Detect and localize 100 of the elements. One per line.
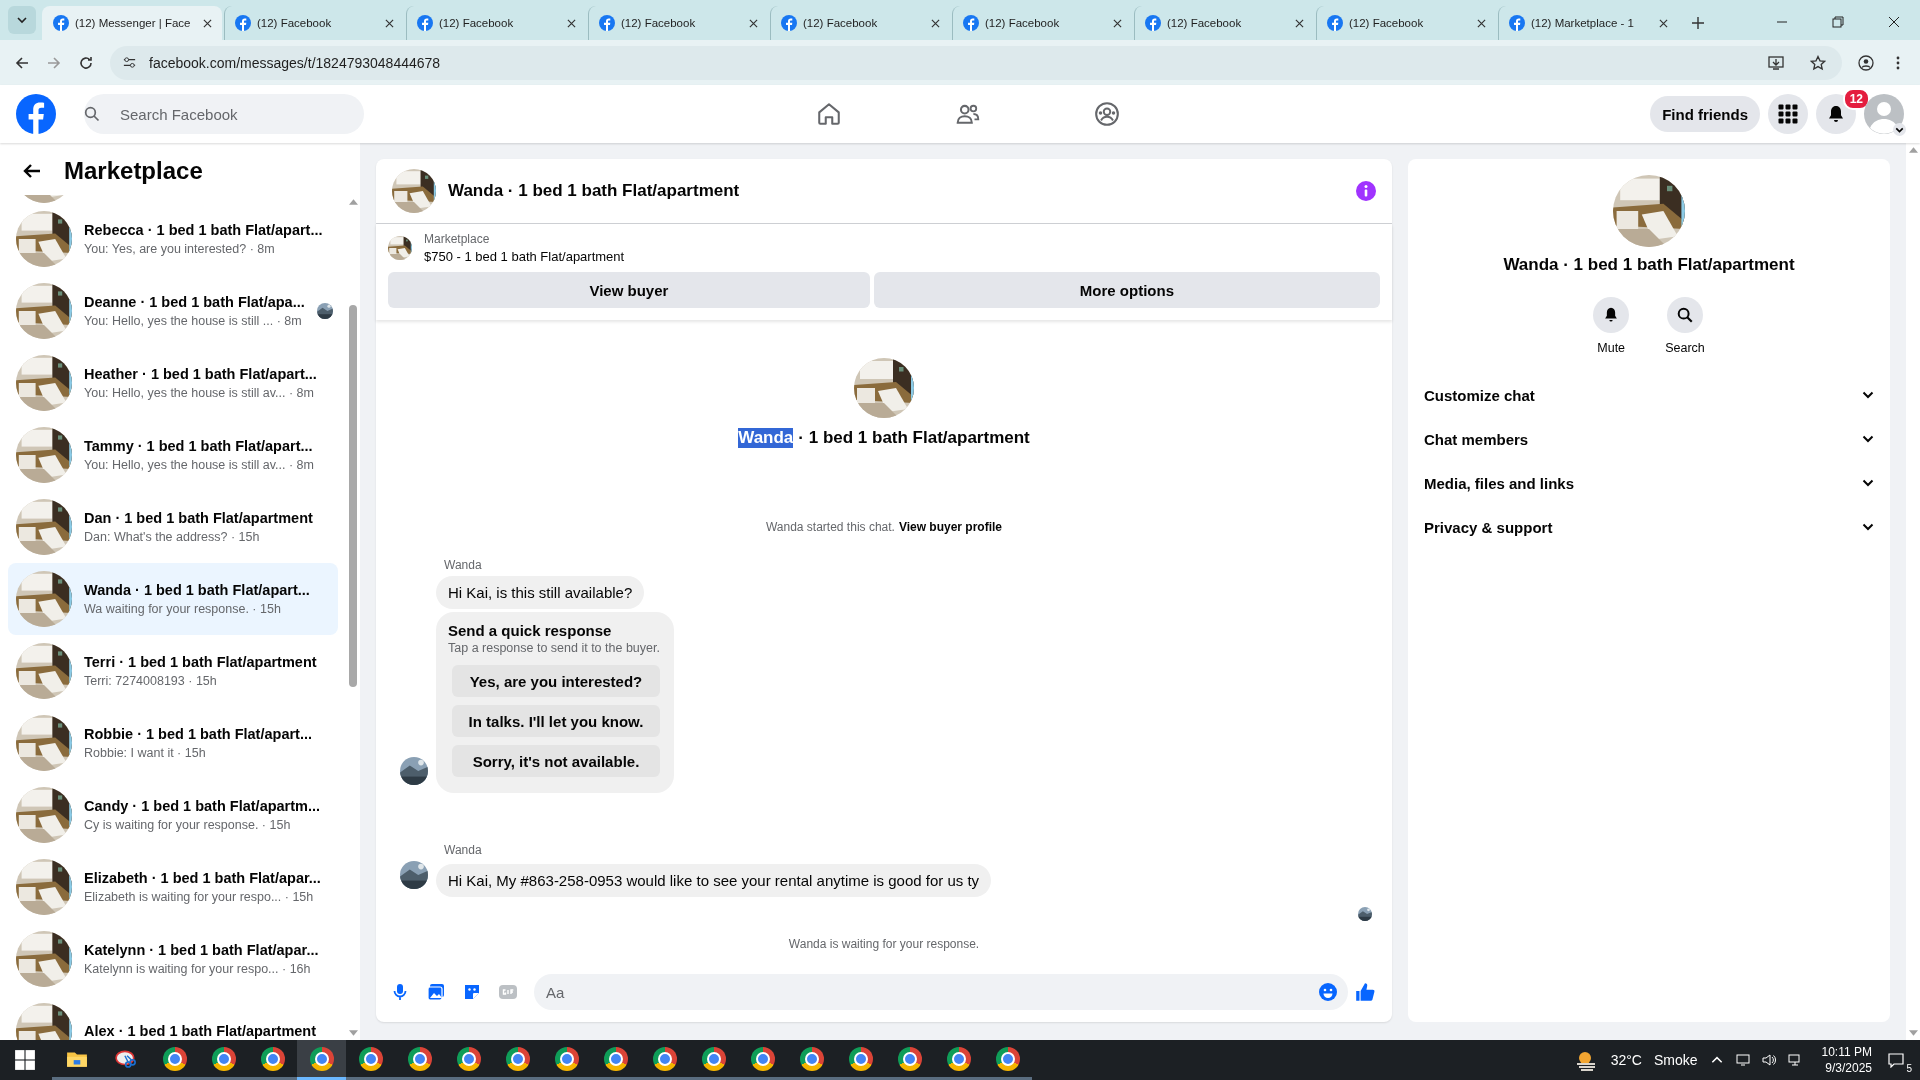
facebook-icon: [963, 15, 979, 31]
facebook-logo[interactable]: [16, 94, 56, 134]
facebook-icon: [781, 15, 797, 31]
conversation-item[interactable]: Dan · 1 bed 1 bath Flat/apartment Dan: What's the address? · 15h: [8, 491, 338, 563]
browser-icon[interactable]: [603, 1046, 628, 1071]
browser-icon[interactable]: [750, 1046, 775, 1071]
conversation-item[interactable]: Tammy · 1 bed 1 bath Flat/apart... You: Hello, yes the house is still av... · 8m: [8, 419, 338, 491]
scroll-down-icon[interactable]: [348, 1030, 358, 1036]
browser-icon[interactable]: [652, 1046, 677, 1071]
scroll-up-icon[interactable]: [1908, 147, 1918, 153]
close-icon[interactable]: [203, 18, 212, 28]
details-section[interactable]: Privacy & support: [1424, 505, 1874, 549]
site-settings-icon[interactable]: [122, 55, 137, 70]
facebook-icon: [1509, 15, 1525, 31]
conversation-item[interactable]: Deanne · 1 bed 1 bath Flat/apa... You: Hello, yes the house is still ... · 8m: [8, 275, 338, 347]
conversation-item[interactable]: Rebecca · 1 bed 1 bath Flat/apart... You: Yes, are you interested? · 8m: [8, 203, 338, 275]
scroll-up-icon[interactable]: [348, 199, 358, 205]
action-button[interactable]: View buyer: [388, 272, 870, 308]
action-button[interactable]: More options: [873, 272, 1380, 308]
conversation-preview: You: Hello, yes the house is still av... · 8m: [84, 386, 315, 400]
conversation-title: Rebecca · 1 bed 1 bath Flat/apart...: [84, 222, 324, 238]
browser-icon[interactable]: [701, 1046, 726, 1071]
address-field[interactable]: facebook.com/messages/t/1824793048444678: [110, 45, 1842, 80]
conversation-item[interactable]: Robbie · 1 bed 1 bath Flat/apart... Robbie: I want it · 15h: [8, 707, 338, 779]
display-icon[interactable]: [1735, 1053, 1750, 1067]
close-icon[interactable]: [931, 18, 940, 28]
browser-tab[interactable]: (12) Messenger | Face: [42, 6, 222, 40]
details-section[interactable]: Customize chat: [1424, 373, 1874, 417]
sticker-icon[interactable]: [462, 982, 482, 1002]
quick-response-button[interactable]: In talks. I'll let you know.: [452, 705, 660, 737]
conversation-preview: Katelynn is waiting for your respo... · 16h: [84, 962, 312, 976]
close-icon[interactable]: [1477, 18, 1486, 28]
sidebar-title: Marketplace: [64, 157, 203, 185]
clock-time[interactable]: 10:11 PM: [1821, 1045, 1872, 1059]
like-icon[interactable]: [1354, 981, 1376, 1003]
quick-response-button[interactable]: Yes, are you interested?: [452, 665, 660, 697]
clock-date[interactable]: 9/3/2025: [1825, 1061, 1872, 1075]
conversation-item[interactable]: Katelynn · 1 bed 1 bath Flat/apar... Katelynn is waiting for your respo... · 16h: [8, 923, 338, 995]
conversation-item[interactable]: Heather · 1 bed 1 bath Flat/apart... You: Hello, yes the house is still av... · 8m: [8, 347, 338, 419]
account-avatar[interactable]: [1864, 94, 1904, 134]
browser-icon[interactable]: [946, 1046, 971, 1071]
find-friends-button[interactable]: Find friends: [1650, 96, 1760, 132]
restore-icon[interactable]: [1832, 16, 1844, 28]
info-icon[interactable]: [1356, 181, 1376, 201]
groups-icon[interactable]: [1094, 101, 1120, 127]
home-icon[interactable]: [816, 101, 842, 127]
speaker-icon[interactable]: [1761, 1053, 1776, 1067]
profile-icon[interactable]: [1858, 54, 1874, 71]
emoji-icon[interactable]: [1318, 982, 1338, 1002]
close-icon[interactable]: [385, 18, 394, 28]
browser-icon[interactable]: [897, 1046, 922, 1071]
conversation-item[interactable]: Candy · 1 bed 1 bath Flat/apartm... Cy is waiting for your response. · 15h: [8, 779, 338, 851]
browser-icon[interactable]: [554, 1046, 579, 1071]
browser-icon[interactable]: [358, 1046, 383, 1071]
browser-icon[interactable]: [162, 1046, 187, 1071]
message-field[interactable]: Aa: [534, 974, 1348, 1010]
browser-icon[interactable]: [456, 1046, 481, 1071]
chat-title: Wanda · 1 bed 1 bath Flat/apartment: [448, 181, 741, 201]
buyer-profile-link[interactable]: View buyer profile: [898, 520, 1003, 534]
search-icon: [1676, 306, 1694, 324]
scrollbar-thumb[interactable]: [349, 305, 357, 687]
scroll-down-icon[interactable]: [1908, 1030, 1918, 1036]
star-icon[interactable]: [1810, 54, 1826, 71]
conversation-title: Tammy · 1 bed 1 bath Flat/apart...: [84, 438, 314, 454]
browser-icon[interactable]: [260, 1046, 285, 1071]
close-icon[interactable]: [1659, 18, 1668, 28]
conversation-item[interactable]: Elizabeth · 1 bed 1 bath Flat/apar... Elizabeth is waiting for your respo... · 15h: [8, 851, 338, 923]
sender-name: Wanda: [444, 843, 483, 857]
menu-button[interactable]: [1768, 94, 1808, 134]
network-icon[interactable]: [1787, 1053, 1802, 1067]
browser-icon[interactable]: [309, 1046, 334, 1071]
conversation-title: Deanne · 1 bed 1 bath Flat/apa...: [84, 294, 305, 310]
install-icon[interactable]: [1768, 54, 1784, 71]
temperature: 32°C: [1610, 1052, 1642, 1068]
close-icon[interactable]: [1888, 16, 1900, 28]
close-icon[interactable]: [749, 18, 758, 28]
conversation-item[interactable]: Wanda · 1 bed 1 bath Flat/apart... Wa waiting for your response. · 15h: [8, 563, 338, 635]
browser-icon[interactable]: [848, 1046, 873, 1071]
reload-icon[interactable]: [78, 54, 94, 71]
search-field[interactable]: Search Facebook: [84, 94, 364, 134]
new-tab-icon[interactable]: [1692, 17, 1704, 29]
conversation-item[interactable]: Terri · 1 bed 1 bath Flat/apartment Terri: 7274008193 · 15h: [8, 635, 338, 707]
details-section[interactable]: Media, files and links: [1424, 461, 1874, 505]
browser-icon[interactable]: [407, 1046, 432, 1071]
browser-icon[interactable]: [995, 1046, 1020, 1071]
quick-response-subtitle: Tap a response to send it to the buyer.: [448, 641, 660, 655]
browser-icon[interactable]: [211, 1046, 236, 1071]
quick-response-button[interactable]: Sorry, it's not available.: [452, 745, 660, 777]
close-icon[interactable]: [1295, 18, 1304, 28]
back-icon[interactable]: [14, 54, 30, 71]
close-icon[interactable]: [567, 18, 576, 28]
search-button[interactable]: [1667, 297, 1703, 333]
image-icon[interactable]: [426, 982, 446, 1002]
close-icon[interactable]: [1113, 18, 1122, 28]
tab-search-icon[interactable]: [8, 6, 36, 34]
details-section[interactable]: Chat members: [1424, 417, 1874, 461]
browser-icon[interactable]: [799, 1046, 824, 1071]
browser-icon[interactable]: [505, 1046, 530, 1071]
mute-button[interactable]: [1593, 297, 1630, 333]
start-icon[interactable]: [14, 1049, 36, 1071]
